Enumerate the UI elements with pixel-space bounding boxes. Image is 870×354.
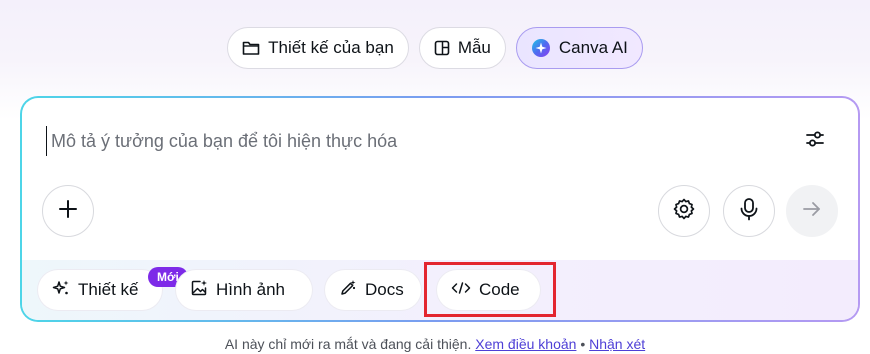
tool-chip-code[interactable]: Code xyxy=(437,270,540,310)
pen-sparkle-icon xyxy=(339,279,357,302)
mode-tabs: Thiết kế của bạn Mẫu Canva AI xyxy=(0,27,870,71)
prompt-settings-button[interactable] xyxy=(800,126,830,156)
microphone-button[interactable] xyxy=(723,185,775,237)
tab-templates[interactable]: Mẫu xyxy=(418,27,506,69)
tool-chip-label: Hình ảnh xyxy=(216,280,285,299)
sparkle-icon xyxy=(52,279,70,302)
prompt-card: Thiết kế Mới Hình ảnh xyxy=(20,96,860,322)
feedback-link[interactable]: Nhận xét xyxy=(589,336,645,352)
separator: • xyxy=(580,336,586,352)
image-sparkle-icon xyxy=(190,279,208,302)
tab-label: Thiết kế của bạn xyxy=(268,38,394,57)
microphone-icon xyxy=(738,197,760,226)
terms-link[interactable]: Xem điều khoản xyxy=(475,336,576,352)
tool-chips-bar: Thiết kế Mới Hình ảnh Docs Code xyxy=(22,260,858,320)
prompt-area xyxy=(22,98,858,260)
tool-chip-label: Thiết kế xyxy=(78,280,139,299)
tool-chip-label: Docs xyxy=(365,280,404,299)
tab-label: Canva AI xyxy=(558,38,628,57)
tab-canva-ai[interactable]: Canva AI xyxy=(515,27,643,69)
folder-icon xyxy=(242,40,260,56)
disclaimer: AI này chỉ mới ra mắt và đang cải thiện.… xyxy=(0,336,870,352)
tool-chip-image[interactable]: Hình ảnh xyxy=(176,270,312,310)
arrow-right-icon xyxy=(802,200,822,223)
tool-chip-design[interactable]: Thiết kế Mới xyxy=(38,267,188,310)
code-icon xyxy=(451,280,471,301)
add-button[interactable] xyxy=(42,185,94,237)
disclaimer-text: AI này chỉ mới ra mắt và đang cải thiện. xyxy=(224,336,472,352)
template-icon xyxy=(434,40,450,56)
tool-chip-docs[interactable]: Docs xyxy=(325,270,421,310)
plus-icon xyxy=(58,199,78,224)
tab-your-designs[interactable]: Thiết kế của bạn xyxy=(227,27,409,69)
tab-label: Mẫu xyxy=(457,38,491,57)
tool-chip-label: Code xyxy=(479,280,520,299)
prompt-input[interactable] xyxy=(46,126,786,156)
send-button[interactable] xyxy=(786,185,838,237)
canva-ai-icon xyxy=(531,38,551,58)
gear-icon xyxy=(672,197,696,226)
sliders-icon xyxy=(805,130,825,153)
settings-button[interactable] xyxy=(658,185,710,237)
